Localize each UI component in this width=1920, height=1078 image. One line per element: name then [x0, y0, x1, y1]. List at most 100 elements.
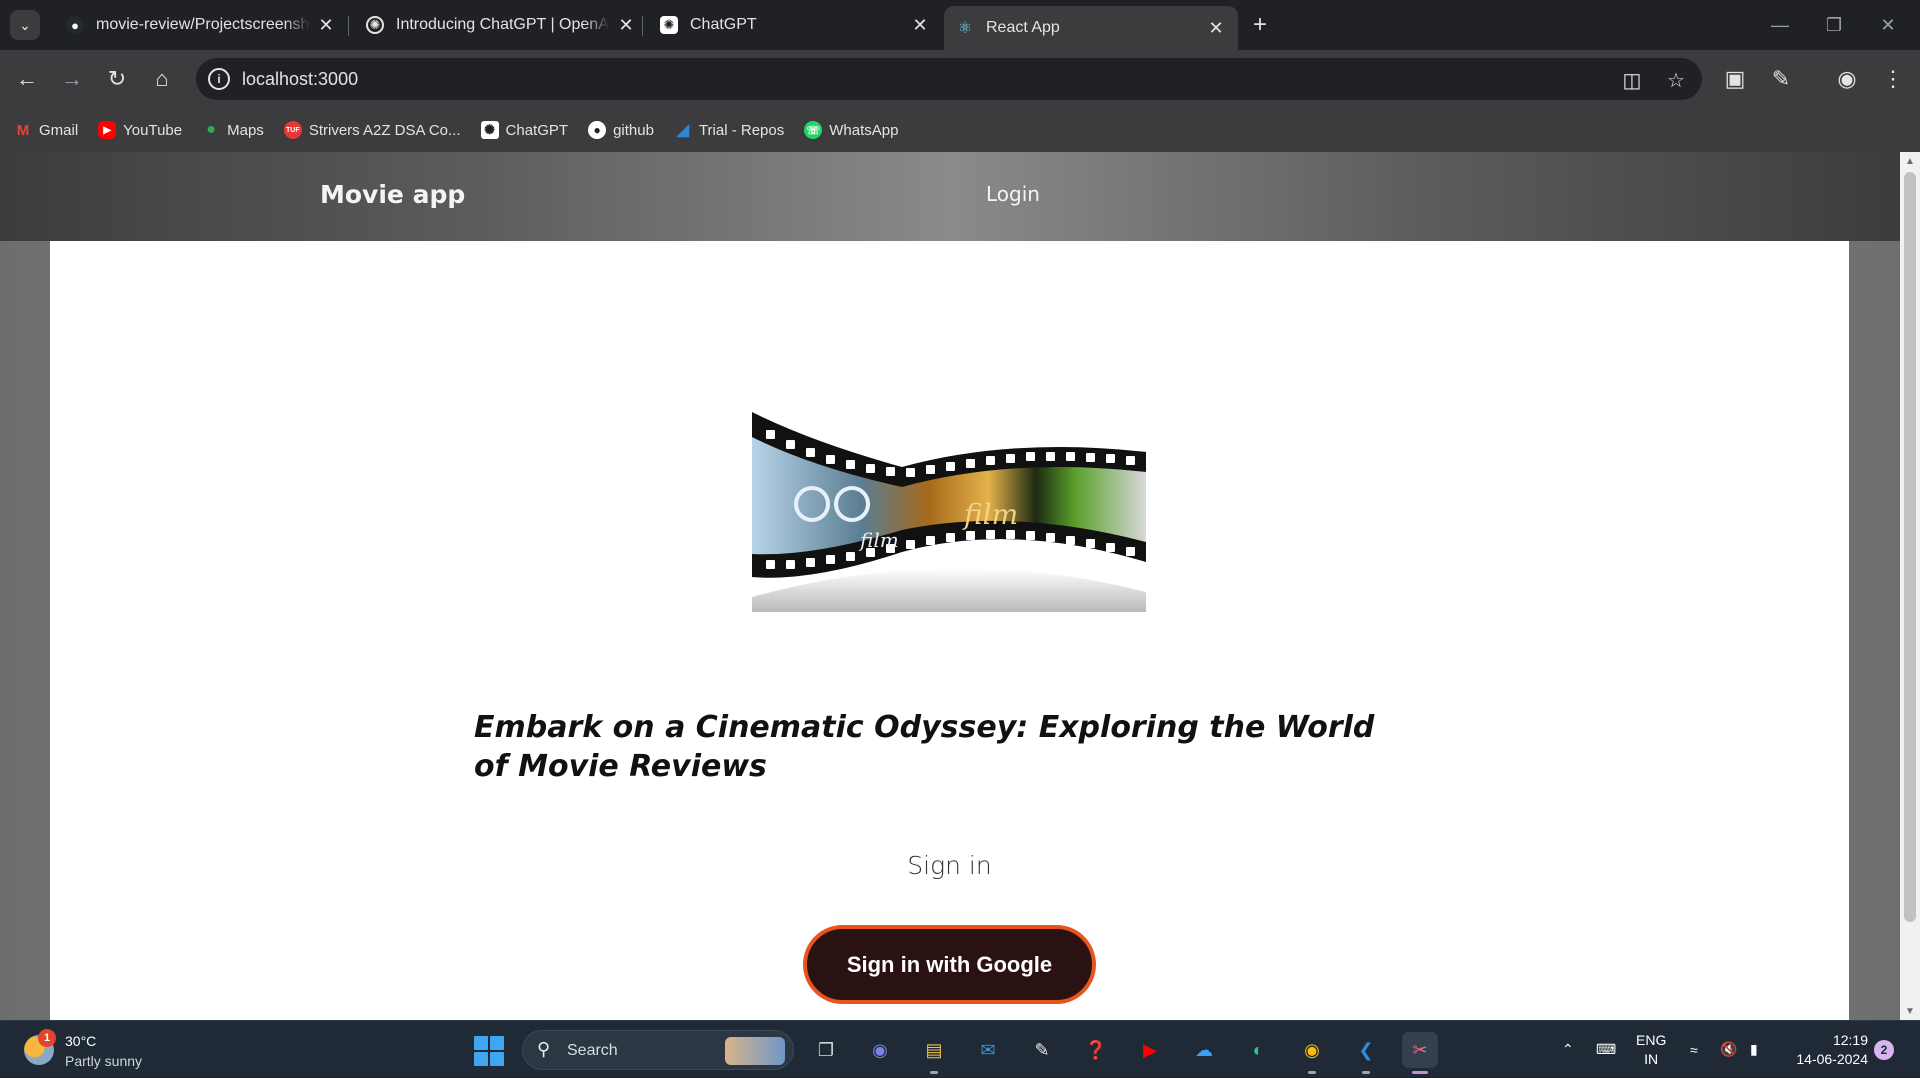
github-icon: ● [66, 16, 84, 34]
url-text[interactable]: localhost:3000 [242, 69, 358, 90]
keyboard-icon[interactable]: ⌨ [1596, 1021, 1616, 1078]
language-line-1: ENG [1636, 1032, 1667, 1048]
file-explorer-icon[interactable]: ▤ [916, 1032, 952, 1074]
bookmark-whatsapp[interactable]: ☏ WhatsApp [804, 121, 898, 139]
show-hidden-icons-icon[interactable]: ⌃ [1562, 1021, 1574, 1078]
google-signin-button[interactable]: Sign in with Google [803, 925, 1096, 1004]
tab-introducing-chatgpt[interactable]: ✺ Introducing ChatGPT | OpenAI ✕ [354, 8, 648, 42]
site-info-icon[interactable]: i [208, 68, 230, 90]
start-windows-icon[interactable] [474, 1036, 504, 1066]
mail-icon[interactable]: ✉ [970, 1032, 1006, 1068]
bookmark-label: YouTube [123, 121, 183, 139]
profile-avatar[interactable]: ◉ [1830, 62, 1864, 96]
youtube-app-icon[interactable]: ▶ [1132, 1032, 1168, 1068]
weather-description[interactable]: Partly sunny [65, 1053, 142, 1069]
bookmark-github[interactable]: ● github [588, 121, 654, 139]
tab-title: Introducing ChatGPT | OpenAI [396, 16, 610, 33]
vscode-icon[interactable]: ❮ [1348, 1032, 1384, 1074]
close-window-button[interactable]: ✕ [1864, 10, 1912, 40]
back-arrow-icon[interactable]: ← [10, 62, 44, 96]
edge-icon[interactable]: ◐ [1240, 1032, 1276, 1068]
weather-temperature[interactable]: 30°C [65, 1033, 96, 1049]
onedrive-icon[interactable]: ☁ [1186, 1032, 1222, 1068]
battery-icon[interactable]: ▮ [1750, 1021, 1758, 1078]
extensions-puzzle-icon[interactable]: ✎ [1764, 62, 1798, 96]
notepad-icon[interactable]: ✎ [1024, 1032, 1060, 1068]
tab-chatgpt[interactable]: ✺ ChatGPT ✕ [648, 8, 942, 42]
youtube-icon: ▶ [98, 121, 117, 139]
bookmark-star-icon[interactable]: ☆ [1664, 68, 1688, 92]
install-app-icon[interactable]: ◫ [1620, 68, 1644, 92]
speaker-muted-icon[interactable]: 🔇 [1720, 1021, 1737, 1078]
github-icon: ● [588, 121, 607, 139]
bookmark-label: ChatGPT [505, 121, 569, 139]
tab-title: React App [986, 19, 1060, 36]
tab-search-button[interactable]: ⌄ [10, 10, 40, 40]
bookmark-label: Maps [227, 121, 264, 139]
whatsapp-icon: ☏ [804, 121, 823, 139]
language-line-2: IN [1644, 1051, 1659, 1067]
bookmark-label: github [613, 121, 654, 139]
search-label: Search [567, 1042, 618, 1059]
scroll-down-icon[interactable]: ▼ [1900, 1002, 1920, 1020]
gmail-icon: M [16, 121, 30, 139]
restore-button[interactable]: ❐ [1810, 10, 1858, 40]
close-icon[interactable]: ✕ [616, 15, 636, 36]
tab-strip: ⌄ ● movie-review/Projectscreenshots ✕ ✺ … [0, 0, 1920, 50]
weather-badge: 1 [38, 1029, 56, 1047]
home-icon[interactable]: ⌂ [145, 62, 179, 96]
scroll-thumb[interactable] [1904, 172, 1916, 922]
search-icon: ⚲ [537, 1039, 551, 1059]
clock-time: 12:19 [1832, 1032, 1868, 1048]
extension-reader-icon[interactable]: ▣ [1718, 62, 1752, 96]
bookmark-chatgpt[interactable]: ✺ ChatGPT [480, 121, 569, 139]
taskbar-search[interactable]: ⚲ Search [522, 1030, 794, 1070]
login-link[interactable]: Login [986, 182, 1040, 206]
page-tagline: Embark on a Cinematic Odyssey: Exploring… [474, 710, 1375, 784]
bookmark-gmail[interactable]: M Gmail [14, 121, 78, 139]
brand-title[interactable]: Movie app [320, 180, 465, 209]
language-indicator[interactable]: ENG IN [1636, 1031, 1666, 1069]
new-tab-button[interactable]: + [1245, 10, 1275, 40]
clock-date: 14-06-2024 [1796, 1051, 1868, 1067]
page-scrollbar[interactable]: ▲ ▼ [1900, 152, 1920, 1020]
forward-arrow-icon[interactable]: → [55, 62, 89, 96]
signin-heading: Sign in [907, 851, 992, 880]
windows-taskbar: 1 30°C Partly sunny ⚲ Search ❐ ◉ ▤ ✉ ✎ ❓… [0, 1020, 1920, 1077]
reload-icon[interactable]: ↻ [100, 62, 134, 96]
tab-title: ChatGPT [690, 16, 757, 33]
address-bar[interactable]: i localhost:3000 ◫ ☆ [196, 58, 1702, 100]
close-icon[interactable]: ✕ [910, 15, 930, 36]
tab-movie-review[interactable]: ● movie-review/Projectscreenshots ✕ [54, 8, 348, 42]
bookmark-trial-repos[interactable]: ◢ Trial - Repos [674, 121, 784, 140]
openai-icon: ✺ [366, 16, 384, 34]
openai-icon: ✺ [660, 16, 678, 34]
bookmark-youtube[interactable]: ▶ YouTube [98, 121, 182, 139]
azure-devops-icon: ◢ [676, 122, 690, 139]
tab-react-app[interactable]: ⚛ React App ✕ [944, 6, 1238, 50]
chrome-icon[interactable]: ◉ [1294, 1032, 1330, 1074]
notification-badge[interactable]: 2 [1874, 1040, 1894, 1060]
bookmark-maps[interactable]: ● Maps [202, 121, 264, 139]
app-navbar: Movie app Login [0, 152, 1900, 241]
film-text: film [962, 498, 1018, 531]
react-icon: ⚛ [957, 20, 973, 37]
bookmark-label: Strivers A2Z DSA Co... [308, 121, 461, 139]
help-icon[interactable]: ❓ [1078, 1032, 1114, 1068]
close-icon[interactable]: ✕ [316, 15, 336, 36]
bookmark-label: Gmail [39, 121, 79, 139]
film-strip-image: film film [752, 412, 1146, 612]
tab-separator [348, 16, 349, 36]
film-text: film [858, 528, 899, 552]
task-view-icon[interactable]: ❐ [808, 1032, 844, 1068]
minimize-button[interactable]: — [1756, 10, 1804, 40]
scroll-up-icon[interactable]: ▲ [1900, 152, 1920, 170]
teams-chat-icon[interactable]: ◉ [862, 1032, 898, 1068]
close-icon[interactable]: ✕ [1206, 18, 1226, 39]
bookmark-strivers[interactable]: TUF Strivers A2Z DSA Co... [283, 121, 461, 139]
system-clock[interactable]: 12:19 14-06-2024 [1790, 1031, 1868, 1069]
page-viewport: Movie app Login film film Embark on a Ci… [0, 152, 1920, 1020]
snipping-tool-icon[interactable]: ✂ [1402, 1032, 1438, 1074]
menu-kebab-icon[interactable]: ⋮ [1876, 62, 1910, 96]
wifi-icon[interactable]: ≈ [1690, 1021, 1698, 1078]
